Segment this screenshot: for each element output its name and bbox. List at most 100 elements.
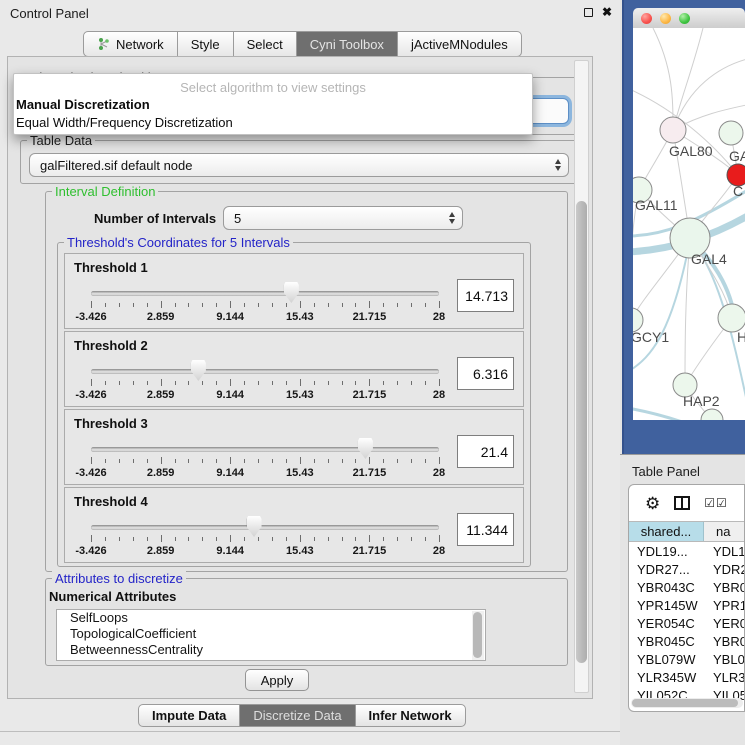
- tick-label: -3.426: [75, 467, 106, 479]
- cell-name: YDL19: [704, 544, 744, 559]
- threshold-slider[interactable]: -3.4262.8599.14415.4321.71528: [91, 360, 439, 406]
- tick-label: 28: [433, 545, 445, 557]
- cell-name: YBR04: [704, 634, 744, 649]
- hscrollbar-thumb[interactable]: [632, 699, 738, 707]
- tick-label: 15.43: [286, 467, 314, 479]
- minimize-traffic-light-icon[interactable]: [660, 13, 671, 24]
- float-panel-icon[interactable]: [584, 8, 593, 17]
- node-label: GAL4: [691, 251, 727, 267]
- threshold-slider[interactable]: -3.4262.8599.14415.4321.71528: [91, 282, 439, 328]
- cell-shared-name: YPR145W: [629, 598, 704, 613]
- cell-name: YBR04: [704, 580, 744, 595]
- tab-network[interactable]: Network: [83, 31, 178, 57]
- tab-infer-network[interactable]: Infer Network: [355, 704, 466, 727]
- table-row[interactable]: YBL079WYBL07: [629, 650, 744, 668]
- node-label: GCY1: [633, 329, 669, 345]
- node-table: ⚙ ☑☑ shared... na YDL19...YDL19YDR27...Y…: [628, 484, 745, 712]
- cell-name: YER05: [704, 616, 744, 631]
- tab-label: Select: [247, 37, 283, 52]
- column-header-shared[interactable]: shared...: [629, 522, 704, 541]
- control-panel-titlebar: Control Panel ✖: [0, 0, 620, 27]
- tick-label: 15.43: [286, 545, 314, 557]
- table-row[interactable]: YDL19...YDL19: [629, 542, 744, 560]
- tab-impute-data[interactable]: Impute Data: [138, 704, 240, 727]
- threshold-value-field[interactable]: 11.344: [457, 513, 514, 546]
- tab-jactivemnodules[interactable]: jActiveMNodules: [397, 31, 522, 57]
- table-row[interactable]: YDR27...YDR27: [629, 560, 744, 578]
- tab-cyni-toolbox[interactable]: Cyni Toolbox: [296, 31, 398, 57]
- scrollbar-thumb[interactable]: [576, 201, 587, 663]
- close-traffic-light-icon[interactable]: [641, 13, 652, 24]
- threshold-value-field[interactable]: 21.4: [457, 435, 514, 468]
- panel-scrollbar[interactable]: [574, 60, 589, 693]
- network-node[interactable]: [660, 117, 686, 143]
- threshold-row: Threshold 2-3.4262.8599.14415.4321.71528…: [64, 331, 524, 407]
- cell-name: YBL07: [704, 652, 744, 667]
- table-hscrollbar[interactable]: [631, 698, 743, 708]
- column-header-name[interactable]: na: [704, 522, 744, 541]
- table-data-combobox[interactable]: galFiltered.sif default node: [29, 153, 569, 177]
- slider-thumb[interactable]: [247, 516, 262, 537]
- table-row[interactable]: YBR043CYBR04: [629, 578, 744, 596]
- node-label: H: [737, 329, 745, 345]
- checkbox-icons[interactable]: ☑☑: [704, 496, 728, 510]
- number-of-intervals-label: Number of Intervals: [94, 211, 216, 226]
- threshold-value-field[interactable]: 6.316: [457, 357, 514, 390]
- slider-thumb[interactable]: [358, 438, 373, 459]
- stepper-arrows-icon: [555, 159, 561, 171]
- network-edge[interactable]: [633, 240, 690, 372]
- numerical-attributes-list[interactable]: SelfLoopsTopologicalCoefficientBetweenne…: [56, 609, 486, 661]
- cell-shared-name: YDR27...: [629, 562, 704, 577]
- tab-discretize-data[interactable]: Discretize Data: [239, 704, 355, 727]
- list-scrollbar[interactable]: [472, 611, 484, 660]
- dropdown-hint: Select algorithm to view settings: [14, 74, 532, 96]
- network-window-titlebar: [633, 8, 745, 28]
- network-node[interactable]: [719, 121, 743, 145]
- network-edge[interactable]: [633, 408, 745, 420]
- threshold-label: Threshold 4: [74, 494, 148, 509]
- algorithm-option[interactable]: Equal Width/Frequency Discretization: [14, 114, 532, 132]
- attribute-item[interactable]: SelfLoops: [57, 610, 485, 626]
- thresholds-group: Threshold's Coordinates for 5 Intervals …: [57, 242, 531, 567]
- attribute-item[interactable]: TopologicalCoefficient: [57, 626, 485, 642]
- tab-style[interactable]: Style: [177, 31, 234, 57]
- bottom-tab-strip: Impute DataDiscretize DataInfer Network: [0, 699, 620, 745]
- threshold-label: Threshold 1: [74, 260, 148, 275]
- table-row[interactable]: YLR345WYLR34: [629, 668, 744, 686]
- slider-thumb[interactable]: [284, 282, 299, 303]
- table-row[interactable]: YPR145WYPR14: [629, 596, 744, 614]
- control-panel-title: Control Panel: [10, 6, 89, 21]
- number-of-intervals-combobox[interactable]: 5: [223, 206, 463, 230]
- tick-label: 28: [433, 311, 445, 323]
- tick-label: 15.43: [286, 389, 314, 401]
- network-canvas[interactable]: GAL80GACGAL11GAL4GCY1HHAP2: [633, 28, 745, 420]
- table-row[interactable]: YBR045CYBR04: [629, 632, 744, 650]
- tick-label: 2.859: [147, 467, 175, 479]
- network-view-window: GAL80GACGAL11GAL4GCY1HHAP2: [622, 0, 745, 454]
- zoom-traffic-light-icon[interactable]: [679, 13, 690, 24]
- node-label: GAL80: [669, 143, 713, 159]
- threshold-slider[interactable]: -3.4262.8599.14415.4321.71528: [91, 516, 439, 562]
- network-node[interactable]: [718, 304, 745, 332]
- threshold-value-field[interactable]: 14.713: [457, 279, 514, 312]
- table-row[interactable]: YER054CYER05: [629, 614, 744, 632]
- close-icon[interactable]: ✖: [602, 7, 612, 17]
- apply-button[interactable]: Apply: [245, 669, 309, 691]
- algorithm-dropdown-popup: Select algorithm to view settings Manual…: [13, 73, 533, 135]
- slider-thumb[interactable]: [191, 360, 206, 381]
- attribute-item[interactable]: BetweennessCentrality: [57, 642, 485, 658]
- algorithm-option[interactable]: Manual Discretization: [14, 96, 532, 114]
- split-columns-icon[interactable]: [674, 496, 690, 510]
- group-title: Table Data: [27, 133, 95, 148]
- table-data-group: Table Data galFiltered.sif default node: [20, 140, 578, 184]
- threshold-slider[interactable]: -3.4262.8599.14415.4321.71528: [91, 438, 439, 484]
- threshold-row: Threshold 4 -3.4262.8599.14415.4321.71528…: [64, 487, 524, 563]
- control-panel-window: Control Panel ✖ NetworkStyle Select Cyni T…: [0, 0, 620, 745]
- node-label: GAL11: [635, 197, 678, 213]
- tick-label: 2.859: [147, 389, 175, 401]
- tab-select[interactable]: Select: [233, 31, 297, 57]
- gear-icon[interactable]: ⚙: [645, 495, 660, 512]
- network-edge[interactable]: [653, 28, 673, 130]
- network-icon: [97, 37, 111, 51]
- network-edge[interactable]: [673, 28, 703, 130]
